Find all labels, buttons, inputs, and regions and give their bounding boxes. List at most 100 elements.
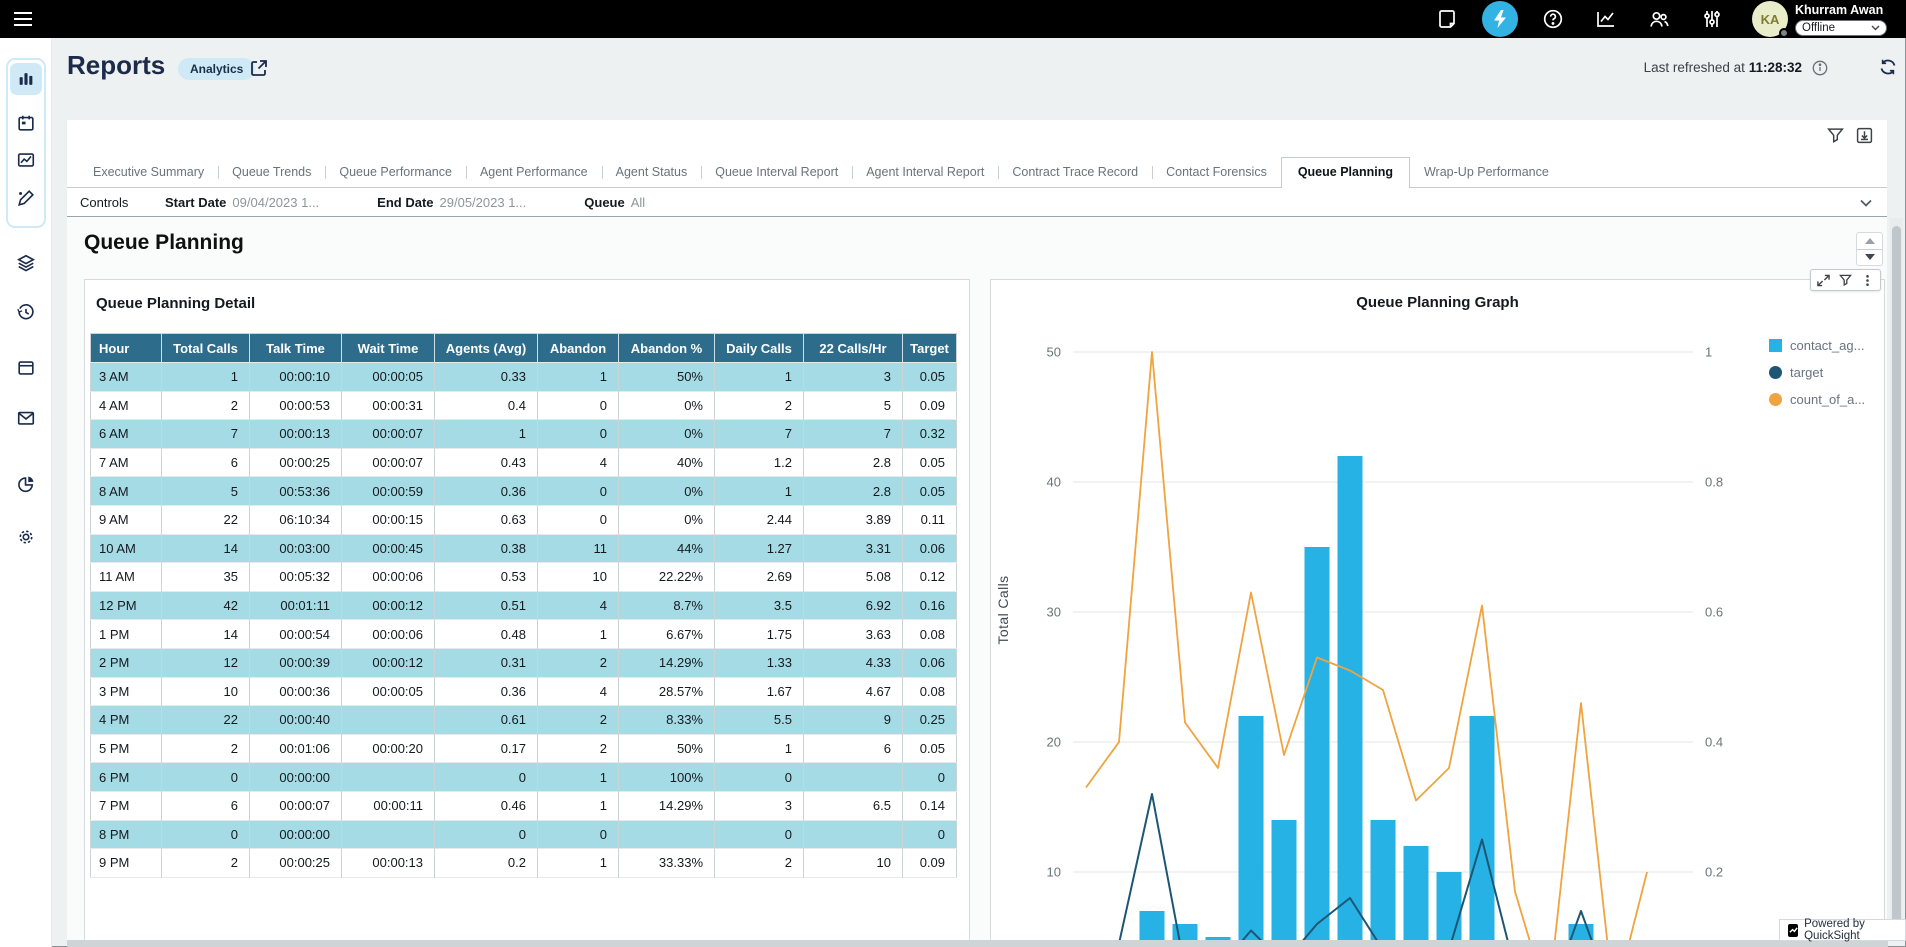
avatar[interactable]: KA (1752, 1, 1788, 37)
control-queue[interactable]: QueueAll (584, 195, 645, 210)
help-icon[interactable] (1542, 8, 1564, 30)
open-in-new-icon[interactable] (249, 58, 269, 78)
table-cell: 0.11 (903, 505, 957, 534)
table-cell: 22 (162, 505, 250, 534)
table-cell: 0.16 (903, 591, 957, 620)
table-row: 4 AM200:00:5300:00:310.400%250.09 (91, 391, 957, 420)
tab-agent-interval-report[interactable]: Agent Interval Report (852, 158, 998, 187)
table-cell: 0.06 (903, 534, 957, 563)
table-cell: 42 (162, 591, 250, 620)
tab-queue-interval-report[interactable]: Queue Interval Report (701, 158, 852, 187)
tab-executive-summary[interactable]: Executive Summary (79, 158, 218, 187)
horizontal-scrollbar[interactable] (67, 940, 1888, 947)
sidebar-item-trends[interactable] (10, 144, 42, 176)
pie-chart-icon (16, 474, 36, 494)
table-row: 6 AM700:00:1300:00:07100%770.32 (91, 420, 957, 449)
sidebar-item-calendar[interactable] (10, 107, 42, 139)
note-icon[interactable] (1436, 8, 1458, 30)
refresh-icon[interactable] (1878, 57, 1898, 77)
queue-planning-detail-card: Queue Planning Detail HourTotal CallsTal… (84, 279, 970, 940)
sidebar-item-settings[interactable] (10, 521, 42, 553)
table-cell: 7 (162, 420, 250, 449)
tab-agent-status[interactable]: Agent Status (602, 158, 702, 187)
quicksight-logo-icon (1788, 924, 1798, 937)
avatar-initials: KA (1761, 12, 1780, 27)
table-cell: 00:00:39 (250, 648, 342, 677)
table-cell: 4 AM (91, 391, 162, 420)
table-cell: 2 (162, 391, 250, 420)
scroll-up-button[interactable] (1857, 233, 1882, 250)
table-row: 12 PM4200:01:1100:00:120.5148.7%3.56.920… (91, 591, 957, 620)
tab-wrap-up-performance[interactable]: Wrap-Up Performance (1410, 158, 1563, 187)
legend-item-target[interactable]: target (1769, 365, 1865, 380)
tab-agent-performance[interactable]: Agent Performance (466, 158, 602, 187)
table-cell: 0% (619, 505, 715, 534)
table-cell: 2 (162, 849, 250, 878)
sidebar-item-history[interactable] (10, 296, 42, 328)
last-refreshed-time: 11:28:32 (1749, 60, 1802, 75)
legend-label: count_of_a... (1790, 392, 1865, 407)
tab-contract-trace-record[interactable]: Contract Trace Record (998, 158, 1152, 187)
table-cell: 1 (162, 363, 250, 392)
y-axis-title: Total Calls (995, 610, 1015, 628)
table-body: 3 AM100:00:1000:00:050.33150%130.054 AM2… (91, 363, 957, 878)
metrics-icon[interactable] (1595, 8, 1617, 30)
table-cell: 35 (162, 563, 250, 592)
table-cell: 0 (538, 505, 619, 534)
sidebar-item-window[interactable] (10, 352, 42, 384)
legend-item-contact-ag[interactable]: contact_ag... (1769, 338, 1865, 353)
filter-icon[interactable] (1827, 127, 1844, 144)
tab-queue-planning[interactable]: Queue Planning (1281, 157, 1410, 188)
table-cell: 4 (538, 677, 619, 706)
table-cell: 22 (162, 706, 250, 735)
table-cell: 5.5 (715, 706, 804, 735)
table-cell: 0.05 (903, 477, 957, 506)
table-cell: 00:00:11 (342, 791, 435, 820)
table-cell: 00:00:20 (342, 734, 435, 763)
svg-text:0.8: 0.8 (1705, 475, 1723, 490)
tab-contact-forensics[interactable]: Contact Forensics (1152, 158, 1281, 187)
table-cell: 00:00:31 (342, 391, 435, 420)
table-cell: 0.38 (435, 534, 538, 563)
tab-queue-performance[interactable]: Queue Performance (325, 158, 466, 187)
scroll-down-button[interactable] (1857, 250, 1882, 266)
table-cell: 10 (804, 849, 903, 878)
table-cell: 6.5 (804, 791, 903, 820)
table-cell: 2.8 (804, 477, 903, 506)
tab-queue-trends[interactable]: Queue Trends (218, 158, 325, 187)
table-cell: 00:00:54 (250, 620, 342, 649)
control-end-date[interactable]: End Date29/05/2023 1... (377, 195, 526, 210)
control-start-date[interactable]: Start Date09/04/2023 1... (165, 195, 319, 210)
user-block: KA Khurram Awan Offline (1752, 1, 1887, 37)
sidebar-item-insights[interactable] (10, 468, 42, 500)
table-cell: 06:10:34 (250, 505, 342, 534)
hamburger-menu-icon[interactable] (12, 8, 34, 30)
vertical-scrollbar[interactable] (1890, 218, 1903, 940)
table-cell: 7 PM (91, 791, 162, 820)
column-header-total-calls: Total Calls (162, 334, 250, 363)
legend-swatch (1769, 366, 1782, 379)
export-icon[interactable] (1856, 127, 1873, 144)
status-dropdown[interactable]: Offline (1795, 20, 1887, 36)
sidebar-item-mail[interactable] (10, 402, 42, 434)
sliders-icon[interactable] (1701, 8, 1723, 30)
sidebar-item-layers[interactable] (10, 247, 42, 279)
legend-item-count-of-a[interactable]: count_of_a... (1769, 392, 1865, 407)
table-cell (342, 820, 435, 849)
sidebar-item-design[interactable] (10, 182, 42, 214)
sidebar-item-reports[interactable] (10, 63, 42, 95)
users-icon[interactable] (1648, 8, 1670, 30)
table-cell: 5 (162, 477, 250, 506)
panel-toolbar (1827, 127, 1873, 144)
controls-collapse-chevron-icon[interactable] (1859, 196, 1873, 210)
vertical-scrollbar-thumb[interactable] (1892, 226, 1901, 936)
table-cell: 1 (435, 420, 538, 449)
table-cell: 5.08 (804, 563, 903, 592)
table-cell: 10 (162, 677, 250, 706)
table-cell: 0.46 (435, 791, 538, 820)
info-icon[interactable] (1812, 60, 1828, 76)
quick-actions-button[interactable] (1482, 1, 1518, 37)
table-cell: 33.33% (619, 849, 715, 878)
table-cell: 4 (538, 448, 619, 477)
status-value: Offline (1802, 22, 1835, 34)
